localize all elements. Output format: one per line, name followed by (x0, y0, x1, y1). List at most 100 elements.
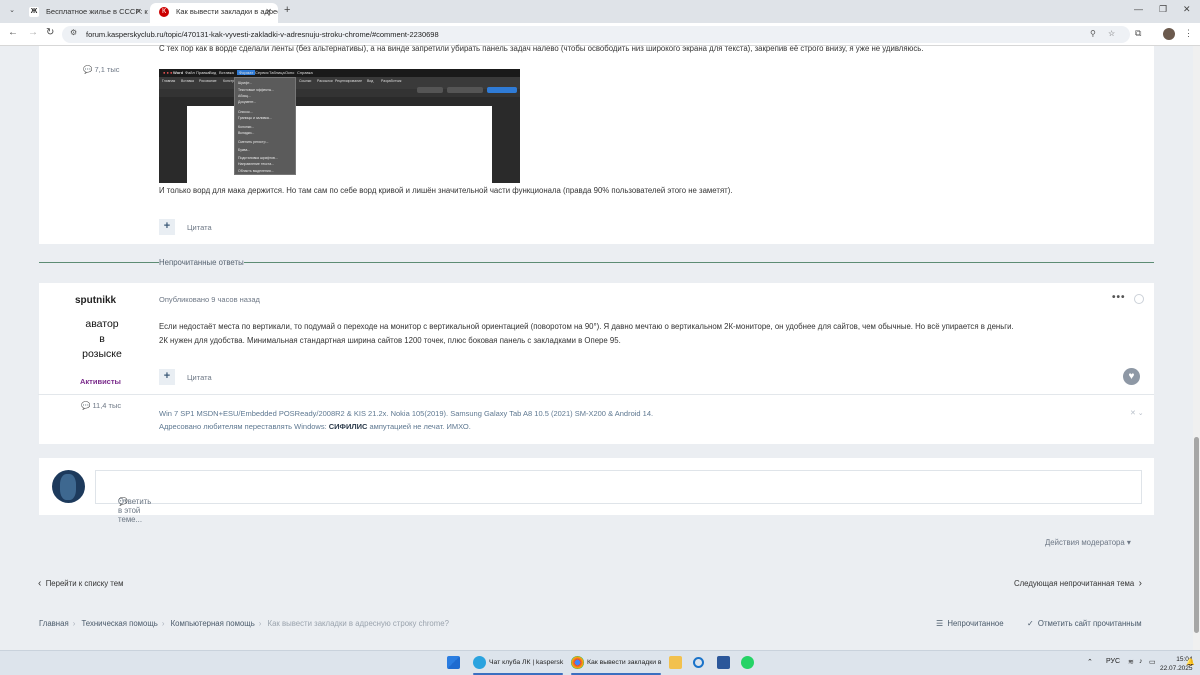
taskbar-item-telegram-label[interactable]: Чат клуба ЛК | kaspersk (489, 659, 563, 666)
minimize-icon[interactable]: — (1134, 4, 1143, 14)
shot-menu-6: Сервис (255, 70, 269, 75)
shot-menu-item-8: Сменить регистр... (238, 140, 269, 144)
tray-chevron-up-icon[interactable]: ⌃ (1087, 658, 1093, 666)
post-1-body: И только ворд для мака держится. Но там … (159, 186, 733, 195)
post-2-role: Активисты (80, 377, 121, 386)
telegram-icon[interactable] (473, 656, 486, 669)
whatsapp-icon[interactable] (741, 656, 754, 669)
shot-share-button (487, 87, 517, 93)
shot-menu-item-11: Направление текста... (238, 162, 275, 166)
shot-menu-9: Справка (297, 70, 313, 75)
post-1-author-posts: 7,1 тыс (94, 65, 120, 74)
cortana-icon[interactable] (693, 657, 704, 668)
post-2-select-checkbox[interactable] (1134, 294, 1144, 304)
comment-icon: 💬 (83, 65, 93, 74)
post-2-avatar-line-1: аватор (85, 318, 119, 330)
chevron-right-icon: › (1138, 578, 1142, 589)
unread-divider-label: Непрочитанные ответы (159, 258, 244, 267)
new-tab-icon[interactable]: + (284, 4, 290, 16)
post-card-2 (39, 283, 1154, 444)
post-2-multiquote-button[interactable]: + (159, 369, 175, 385)
reload-icon[interactable]: ↻ (46, 27, 54, 38)
shot-edit-button (447, 87, 483, 93)
back-arrow-icon[interactable]: ← (8, 27, 18, 38)
chrome-icon[interactable] (571, 656, 584, 669)
zoom-icon[interactable]: ⚲ (1090, 29, 1096, 38)
post-2-more-icon[interactable]: ••• (1112, 292, 1126, 303)
windows-start-icon[interactable] (447, 656, 460, 669)
post-1-multiquote-button[interactable]: + (159, 219, 175, 235)
shot-menu-item-3: Документ... (238, 100, 257, 104)
breadcrumb-tech-help[interactable]: Техническая помощь (81, 619, 157, 628)
post-1-quote-link[interactable]: Цитата (187, 223, 212, 232)
post-2-quote-link[interactable]: Цитата (187, 373, 212, 382)
tab-1-close-icon[interactable]: ✕ (135, 3, 142, 21)
page-scrollbar-thumb[interactable] (1194, 437, 1199, 633)
site-info-icon[interactable]: ⚙ (70, 28, 77, 37)
shot-document-page (187, 106, 492, 183)
tab-2[interactable]: К Как вывести закладки в адрес ✕ (150, 3, 278, 23)
breadcrumb-sep-icon: › (258, 619, 262, 628)
post-2-published[interactable]: Опубликовано 9 часов назад (159, 295, 260, 304)
taskbar-item-chrome-label[interactable]: Как вывести закладки в (587, 659, 662, 666)
address-url[interactable]: forum.kasperskyclub.ru/topic/470131-kak-… (86, 30, 439, 39)
battery-icon[interactable]: ▭ (1149, 658, 1156, 666)
caret-down-icon: ▾ (1126, 538, 1131, 547)
shot-tab-7: Рецензирование (335, 79, 363, 83)
breadcrumb: Главная › Техническая помощь › Компьютерна… (39, 619, 449, 628)
mark-site-read-label: Отметить сайт прочитанным (1037, 619, 1142, 628)
shot-review-button (417, 87, 443, 93)
tab-2-close-icon[interactable]: ✕ (265, 3, 272, 21)
volume-icon[interactable]: ♪ (1139, 658, 1143, 665)
check-icon: ✓ (1027, 619, 1034, 628)
tray-language[interactable]: РУС (1106, 658, 1120, 665)
breadcrumb-current: Как вывести закладки в адресную строку c… (267, 619, 449, 628)
shot-menu-item-10: Подстановка шрифтов... (238, 156, 278, 160)
back-to-topics-link[interactable]: ‹ Перейти к списку тем (38, 578, 123, 589)
signature-text-post: ампутацией не лечат. ИМХО. (367, 422, 471, 431)
post-2-username[interactable]: sputnikk (75, 295, 116, 306)
file-explorer-icon[interactable] (669, 656, 682, 669)
forward-arrow-icon[interactable]: → (28, 27, 38, 38)
signature-hide-icon[interactable]: ✕ ⌄ (1130, 409, 1144, 417)
shot-menu-item-6: Колонки... (238, 125, 255, 129)
post-2-like-heart-icon[interactable]: ♥ (1123, 368, 1140, 385)
shot-tab-5: Ссылки (299, 79, 312, 83)
notifications-bell-icon[interactable]: 🔔 (1186, 658, 1195, 666)
signature-text-pre: Адресовано любителям переставлять Window… (159, 422, 329, 431)
next-unread-topic-link[interactable]: Следующая непрочитанная тема › (1014, 578, 1142, 589)
post-2-author-count: 💬 11,4 тыс (81, 401, 121, 410)
bookmark-star-icon[interactable]: ☆ (1108, 29, 1115, 38)
post-2-signature-line-2: Адресовано любителям переставлять Window… (159, 422, 471, 431)
tab-2-favicon-icon: К (159, 7, 169, 17)
comment-icon: 💬 (81, 401, 91, 410)
shot-format-menu: Шрифт... Текстовые эффекты... Абзац... Д… (234, 77, 296, 175)
address-bar[interactable]: ⚙ forum.kasperskyclub.ru/topic/470131-ka… (62, 26, 1130, 43)
menu-kebab-icon[interactable]: ⋮ (1184, 28, 1193, 39)
post-2-signature-line-1: Win 7 SP1 MSDN+ESU/Embedded POSReady/200… (159, 409, 654, 418)
word-icon[interactable] (717, 656, 730, 669)
shot-menu-item-1: Текстовые эффекты... (238, 88, 275, 92)
breadcrumb-sep-icon: › (72, 619, 76, 628)
shot-tab-9: Разработчик (381, 79, 402, 83)
reply-input[interactable]: 💬 Ответить в этой теме... (95, 470, 1142, 524)
shot-menu-7: Таблица (269, 70, 285, 75)
post-1-embedded-screenshot[interactable]: ● ● ● Word Файл Правка Вид Вставка Форма… (159, 69, 520, 183)
breadcrumb-computer-help[interactable]: Компьютерная помощь (171, 619, 255, 628)
shot-menu-item-7: Вкладки... (238, 131, 255, 135)
wifi-icon[interactable]: ≋ (1128, 658, 1134, 666)
next-unread-topic-label: Следующая непрочитанная тема (1014, 579, 1135, 588)
tab-search-icon[interactable]: ⌄ (6, 5, 18, 17)
breadcrumb-home[interactable]: Главная (39, 619, 69, 628)
profile-avatar[interactable] (1163, 28, 1175, 40)
shot-menu-item-4: Список... (238, 110, 253, 114)
restore-icon[interactable]: ❐ (1159, 4, 1167, 15)
post-2-avatar-line-3: розыске (82, 348, 122, 360)
unread-link[interactable]: ☰ Непрочитанное (936, 619, 1004, 628)
extensions-icon[interactable]: ⧉ (1135, 28, 1141, 39)
shot-menu-8: Окно (285, 70, 295, 75)
close-window-icon[interactable]: ✕ (1183, 4, 1191, 15)
tab-1[interactable]: Ж Бесплатное жилье в СССР: ко ✕ (20, 3, 148, 23)
moderator-actions-dropdown[interactable]: Действия модератора ▾ (1045, 538, 1131, 547)
mark-site-read-link[interactable]: ✓ Отметить сайт прочитанным (1027, 619, 1142, 628)
